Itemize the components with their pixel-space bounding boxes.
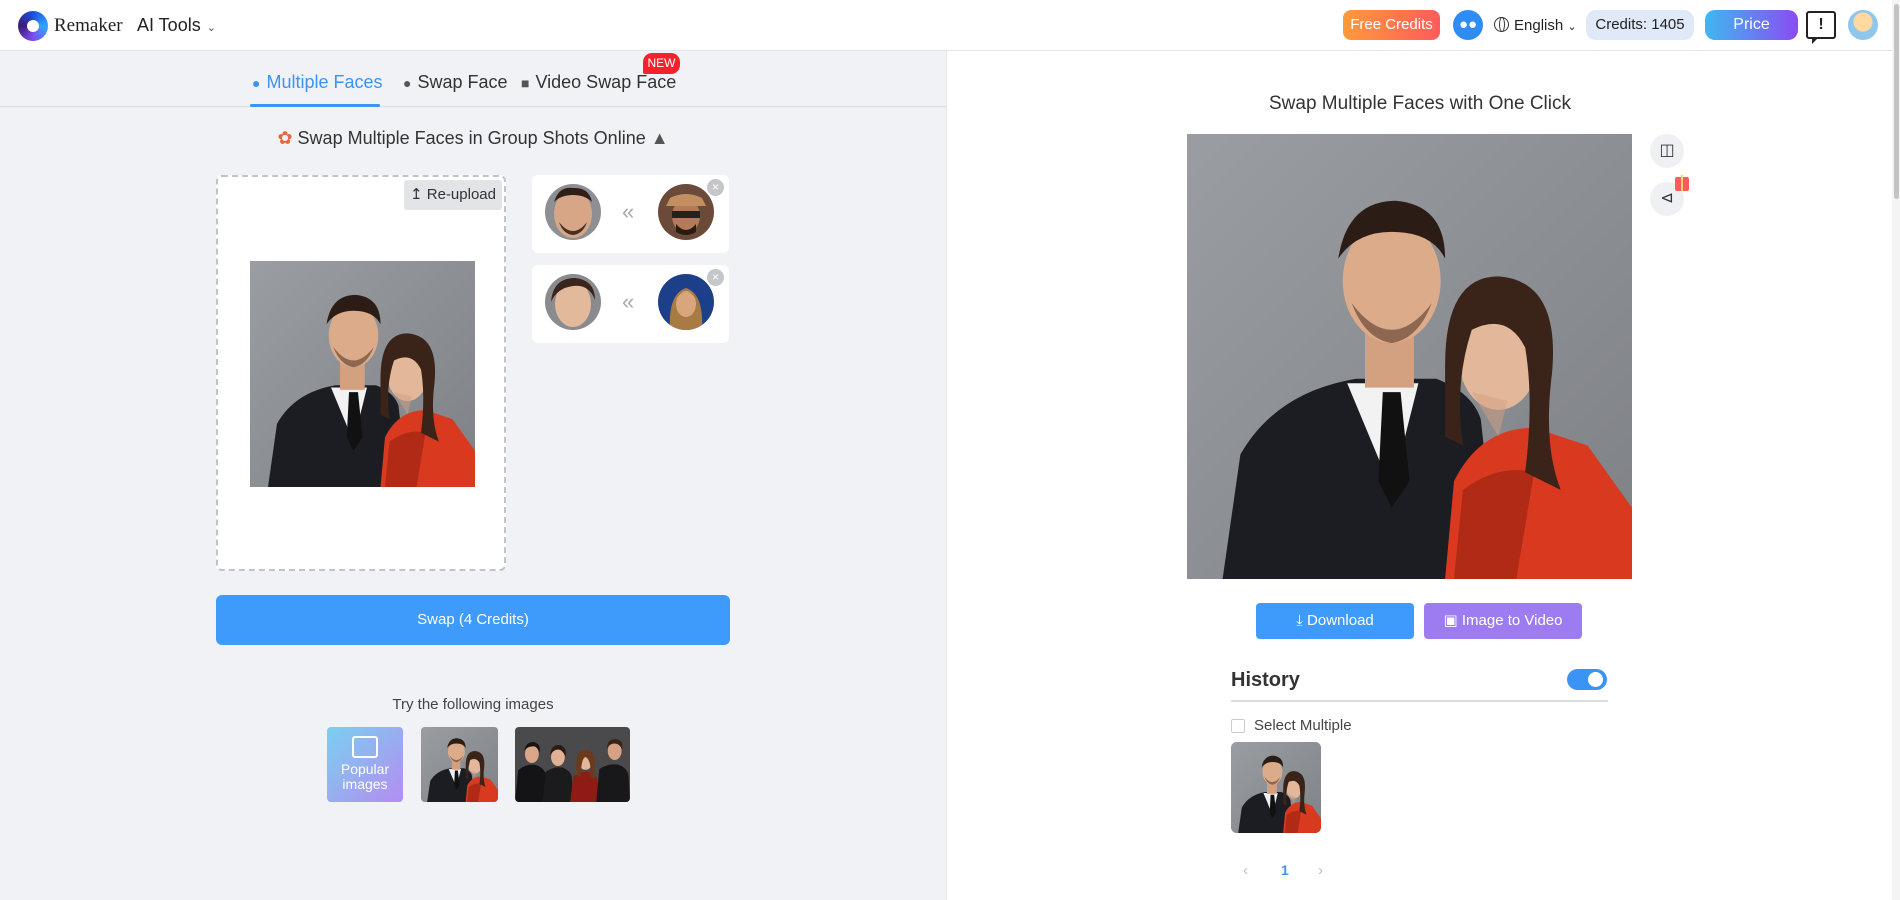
price-button[interactable]: Price (1705, 10, 1798, 40)
tab-label: Swap Face (417, 72, 508, 92)
detected-face-man[interactable] (545, 184, 601, 240)
swap-arrow-icon: « (622, 289, 635, 314)
popular-label: Popular (340, 761, 390, 777)
chevron-down-icon: ⌄ (1567, 21, 1577, 33)
download-button[interactable]: ⤓ Download (1256, 603, 1414, 639)
pagination-prev-icon[interactable]: ‹ (1243, 862, 1248, 879)
globe-icon (1494, 17, 1509, 32)
tab-label: Multiple Faces (266, 72, 383, 92)
top-header: Remaker AI Tools ⌄ Free Credits ●● Englis… (0, 0, 1900, 51)
upload-icon: ↥ (410, 186, 423, 203)
download-label: Download (1307, 612, 1374, 629)
ai-tools-label: AI Tools (137, 15, 201, 35)
target-face-woman[interactable] (658, 274, 714, 330)
active-tab-indicator (250, 104, 380, 107)
scrollbar-thumb[interactable] (1894, 4, 1899, 199)
history-item[interactable] (1231, 742, 1321, 833)
sample-image-group[interactable] (515, 727, 630, 802)
select-multiple-checkbox[interactable] (1231, 719, 1245, 733)
swap-button[interactable]: Swap (4 Credits) (216, 595, 730, 645)
language-label: English (1514, 17, 1564, 34)
image-to-video-button[interactable]: ▣ Image to Video (1424, 603, 1582, 639)
reupload-button[interactable]: ↥ Re-upload (404, 180, 502, 210)
face-pair-card: « × (532, 175, 729, 253)
party-icon: ✿ (277, 128, 293, 148)
tab-multiple-faces[interactable]: ● Multiple Faces (252, 72, 383, 93)
pagination-page[interactable]: 1 (1281, 862, 1289, 878)
feedback-icon[interactable]: ! (1806, 11, 1836, 44)
magic-hat-icon: ▲ (650, 128, 669, 148)
remove-face-icon[interactable]: × (707, 179, 724, 196)
chevron-down-icon: ⌄ (206, 22, 216, 34)
tab-swap-face[interactable]: ● Swap Face (403, 72, 508, 93)
image-gallery-icon (352, 736, 378, 758)
gift-icon (1675, 175, 1689, 191)
video-icon: ▣ (1443, 612, 1458, 629)
tab-bar: ● Multiple Faces ● Swap Face ■ Video Swap F… (0, 51, 946, 107)
subtitle-text: Swap Multiple Faces in Group Shots Onlin… (297, 128, 646, 148)
download-icon: ⤓ (1296, 612, 1303, 629)
tab-label: Video Swap Face (535, 72, 677, 92)
select-multiple-label[interactable]: Select Multiple (1254, 717, 1352, 734)
swap-arrow-icon: « (622, 199, 635, 224)
result-image[interactable] (1187, 134, 1632, 579)
detected-face-woman[interactable] (545, 274, 601, 330)
popular-label: images (342, 776, 388, 792)
compare-icon[interactable]: ◫ (1650, 134, 1684, 168)
page-subtitle: ✿ Swap Multiple Faces in Group Shots Onl… (0, 128, 946, 149)
ai-tools-menu[interactable]: AI Tools ⌄ (137, 15, 216, 36)
video-camera-icon: ■ (521, 75, 530, 91)
history-divider (1231, 700, 1608, 702)
sample-image-couple[interactable] (421, 727, 498, 802)
free-credits-button[interactable]: Free Credits (1343, 10, 1440, 40)
upload-area[interactable]: ↥ Re-upload (216, 175, 506, 571)
brand-name[interactable]: Remaker (54, 15, 123, 37)
remove-face-icon[interactable]: × (707, 269, 724, 286)
try-images-label: Try the following images (392, 696, 554, 713)
reupload-label: Re-upload (426, 186, 496, 203)
left-pane: ● Multiple Faces ● Swap Face ■ Video Swap F… (0, 51, 946, 900)
history-heading: History (1231, 669, 1300, 691)
pagination-next-icon[interactable]: › (1318, 862, 1323, 879)
credits-badge[interactable]: Credits: 1405 (1586, 10, 1694, 40)
new-badge: NEW (643, 53, 680, 74)
popular-images-button[interactable]: Popular images (327, 727, 403, 802)
language-selector[interactable]: English ⌄ (1494, 17, 1577, 34)
users-icon: ● (252, 75, 261, 91)
image-to-video-label: Image to Video (1461, 612, 1563, 629)
user-icon: ● (403, 75, 412, 91)
tab-video-swap-face[interactable]: ■ Video Swap Face (521, 72, 676, 93)
user-avatar[interactable] (1848, 10, 1878, 40)
pane-divider (946, 51, 947, 900)
target-face-man[interactable] (658, 184, 714, 240)
history-toggle[interactable] (1567, 669, 1607, 690)
result-title: Swap Multiple Faces with One Click (1269, 93, 1571, 114)
face-pair-card: « × (532, 265, 729, 343)
uploaded-group-photo (250, 261, 475, 487)
community-icon[interactable]: ●● (1453, 10, 1483, 40)
remaker-logo-icon[interactable] (18, 11, 48, 41)
